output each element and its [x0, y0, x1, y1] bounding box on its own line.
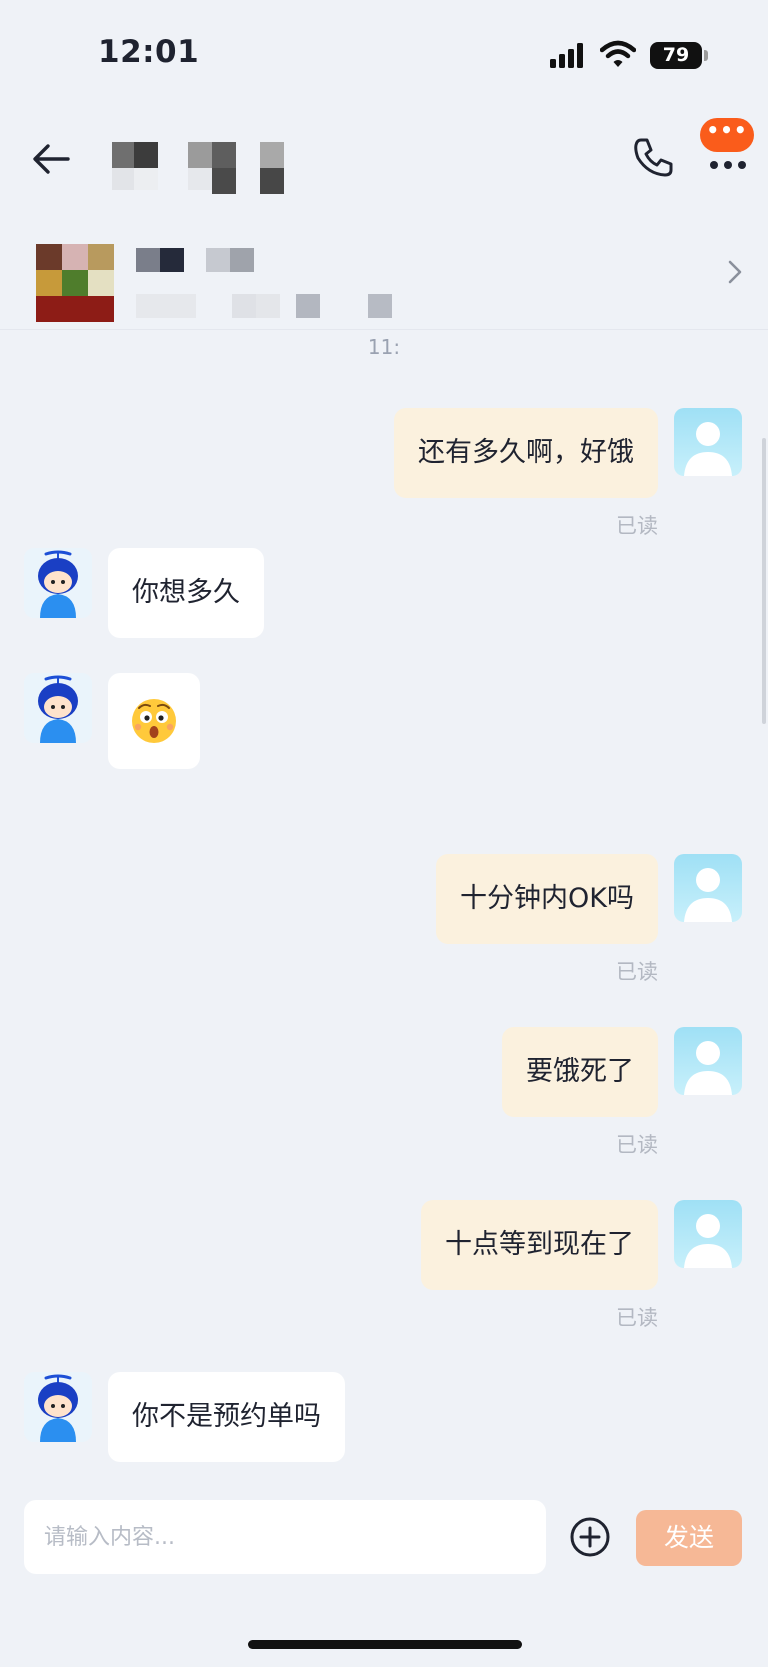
- user-avatar[interactable]: [674, 408, 742, 476]
- read-status: 已读: [616, 1133, 658, 1157]
- send-button[interactable]: 发送: [636, 1510, 742, 1566]
- cellular-signal-icon: [550, 43, 583, 68]
- read-status: 已读: [616, 960, 658, 984]
- message-bubble-incoming[interactable]: 你想多久: [108, 548, 264, 638]
- read-status: 已读: [616, 514, 658, 538]
- arrow-left-icon[interactable]: [28, 136, 74, 182]
- chat-screen: 12:01 79 ••• 11: 还有多久啊，好饿 已读 你想多久 十分钟内OK…: [0, 0, 768, 1667]
- status-bar: 12:01 79: [0, 0, 768, 110]
- chevron-right-icon: [728, 260, 742, 284]
- status-time: 12:01: [98, 34, 200, 70]
- chat-header: •••: [0, 110, 768, 210]
- more-button[interactable]: •••: [700, 118, 754, 178]
- read-status: 已读: [616, 1306, 658, 1330]
- contact-name-redacted: [112, 142, 284, 194]
- shop-thumbnail: [36, 244, 114, 322]
- home-indicator[interactable]: [248, 1640, 522, 1649]
- message-bubble-emoji[interactable]: [108, 673, 200, 769]
- message-bubble-outgoing[interactable]: 十点等到现在了: [421, 1200, 658, 1290]
- rider-avatar[interactable]: [24, 673, 92, 743]
- user-avatar[interactable]: [674, 1027, 742, 1095]
- phone-icon[interactable]: [630, 134, 676, 180]
- order-card[interactable]: [0, 222, 768, 330]
- message-input[interactable]: [24, 1500, 546, 1574]
- input-bar: 发送: [0, 1500, 768, 1580]
- shop-info-redacted: [136, 248, 392, 318]
- message-bubble-outgoing[interactable]: 十分钟内OK吗: [436, 854, 658, 944]
- battery-cap: [704, 50, 708, 61]
- wifi-icon: [600, 40, 636, 67]
- user-avatar[interactable]: [674, 854, 742, 922]
- more-badge: •••: [700, 118, 754, 152]
- message-bubble-outgoing[interactable]: 要饿死了: [502, 1027, 658, 1117]
- time-divider: 11:: [367, 335, 401, 359]
- user-avatar[interactable]: [674, 1200, 742, 1268]
- rider-avatar[interactable]: [24, 548, 92, 618]
- more-dots-icon: [710, 161, 746, 169]
- message-bubble-outgoing[interactable]: 还有多久啊，好饿: [394, 408, 658, 498]
- plus-circle-icon[interactable]: [569, 1516, 611, 1558]
- message-bubble-incoming[interactable]: 你不是预约单吗: [108, 1372, 345, 1462]
- message-list: 还有多久啊，好饿 已读 你想多久 十分钟内OK吗 已读 要饿死了 已读 十点等到…: [0, 380, 768, 1480]
- rider-avatar[interactable]: [24, 1372, 92, 1442]
- battery-icon: 79: [650, 42, 702, 69]
- surprised-face-emoji-icon: [132, 699, 176, 743]
